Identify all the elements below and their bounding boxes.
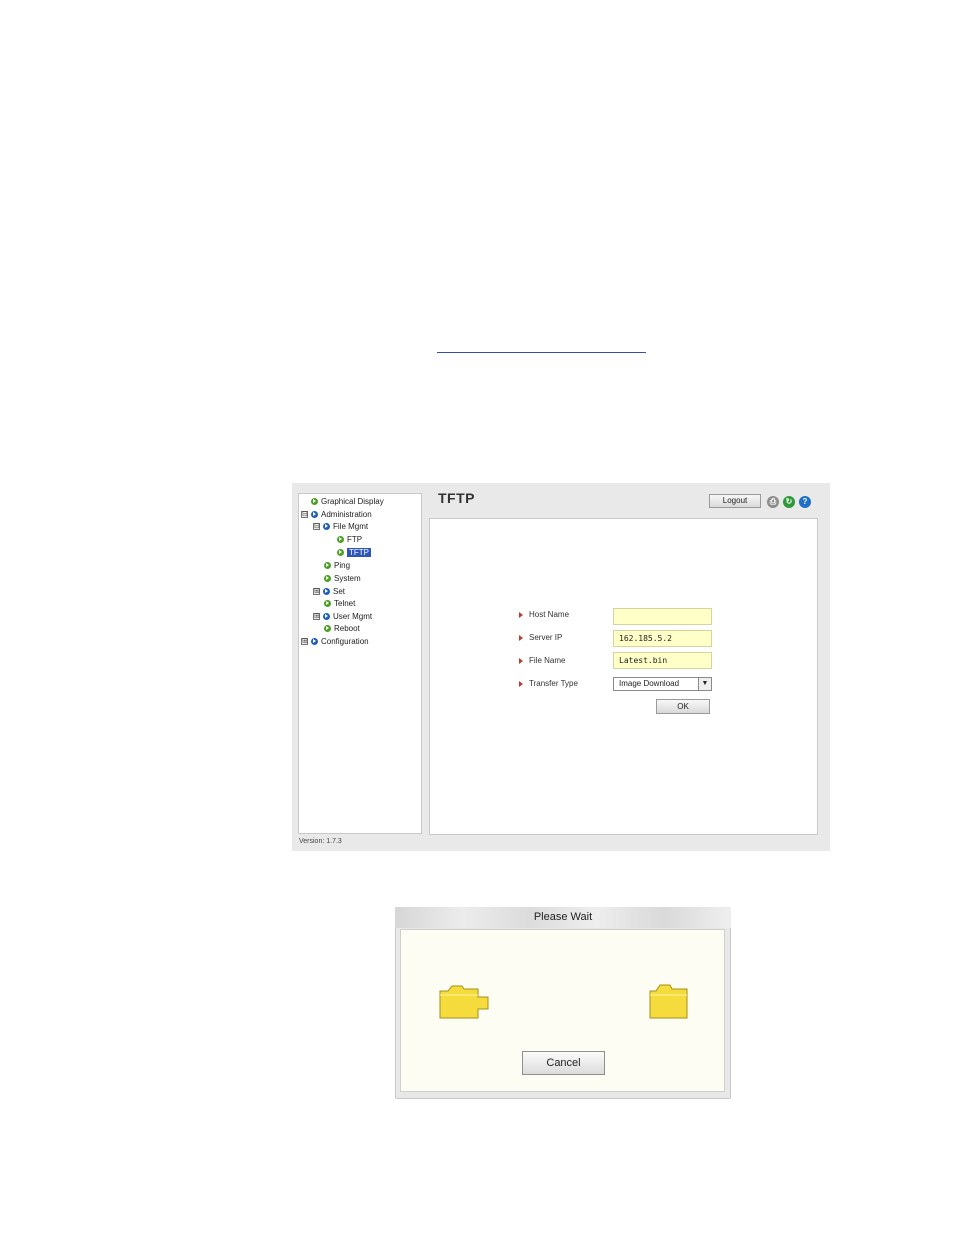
source-folder-icon bbox=[439, 985, 489, 1019]
tree-item-reboot[interactable]: Reboot bbox=[324, 622, 360, 634]
file-name-input[interactable]: Latest.bin bbox=[613, 652, 712, 669]
tree-item-label: Set bbox=[333, 586, 346, 596]
blue-bullet-icon bbox=[311, 637, 318, 645]
green-bullet-icon bbox=[311, 497, 318, 505]
host-name-input[interactable] bbox=[613, 608, 712, 625]
transfer-type-select[interactable]: Image Download ▼ bbox=[613, 677, 712, 691]
document-link-underline bbox=[437, 352, 646, 353]
transfer-type-label: Transfer Type bbox=[519, 679, 578, 688]
arrow-icon bbox=[519, 634, 523, 641]
tree-item-label: Ping bbox=[334, 560, 351, 570]
tree-item-user-mgmt[interactable]: ⊞ User Mgmt bbox=[313, 610, 372, 622]
tree-item-label: FTP bbox=[347, 534, 363, 544]
blue-bullet-icon bbox=[311, 510, 318, 518]
tree-item-label: Administration bbox=[321, 509, 372, 519]
destination-folder-icon bbox=[649, 984, 688, 1019]
tree-item-administration[interactable]: ⊟ Administration bbox=[301, 508, 372, 520]
server-ip-label: Server IP bbox=[519, 633, 562, 642]
tree-item-telnet[interactable]: Telnet bbox=[324, 597, 355, 609]
expand-icon[interactable]: ⊞ bbox=[301, 637, 308, 645]
arrow-icon bbox=[519, 680, 523, 687]
logout-button[interactable]: Logout bbox=[709, 494, 761, 508]
tree-item-set[interactable]: ⊞ Set bbox=[313, 585, 345, 597]
green-bullet-icon bbox=[324, 574, 331, 582]
blue-bullet-icon bbox=[323, 522, 330, 530]
help-icon[interactable]: ? bbox=[799, 496, 811, 508]
blue-bullet-icon bbox=[323, 612, 330, 620]
tree-item-label: System bbox=[334, 573, 361, 583]
tree-item-file-mgmt[interactable]: ⊟ File Mgmt bbox=[313, 520, 368, 532]
green-bullet-icon bbox=[337, 535, 344, 543]
arrow-icon bbox=[519, 657, 523, 664]
tree-item-label: Telnet bbox=[334, 598, 356, 608]
tree-item-ftp[interactable]: FTP bbox=[337, 533, 362, 545]
collapse-icon[interactable]: ⊟ bbox=[313, 522, 320, 530]
tree-item-tftp[interactable]: TFTP bbox=[337, 546, 371, 558]
green-bullet-icon bbox=[324, 599, 331, 607]
green-bullet-icon bbox=[337, 548, 344, 556]
tree-item-label: Configuration bbox=[321, 636, 369, 646]
tree-item-ping[interactable]: Ping bbox=[324, 559, 350, 571]
tree-item-label: Reboot bbox=[334, 623, 360, 633]
tree-item-label: File Mgmt bbox=[333, 521, 369, 531]
expand-icon[interactable]: ⊞ bbox=[313, 612, 320, 620]
tree-item-configuration[interactable]: ⊞ Configuration bbox=[301, 635, 369, 647]
host-name-label: Host Name bbox=[519, 610, 569, 619]
blue-bullet-icon bbox=[323, 587, 330, 595]
transfer-type-value: Image Download bbox=[619, 679, 680, 688]
page-title: TFTP bbox=[438, 490, 475, 506]
collapse-icon[interactable]: ⊟ bbox=[301, 510, 308, 518]
refresh-icon[interactable]: ↻ bbox=[783, 496, 795, 508]
ok-button[interactable]: OK bbox=[656, 699, 710, 714]
version-text: Version: 1.7.3 bbox=[299, 838, 342, 845]
green-bullet-icon bbox=[324, 561, 331, 569]
expand-icon[interactable]: ⊞ bbox=[313, 587, 320, 595]
cancel-button[interactable]: Cancel bbox=[522, 1051, 605, 1075]
chevron-down-icon[interactable]: ▼ bbox=[698, 678, 711, 690]
tree-item-label: Graphical Display bbox=[321, 496, 384, 506]
tree-item-system[interactable]: System bbox=[324, 572, 361, 584]
arrow-icon bbox=[519, 611, 523, 618]
tree-item-graphical-display[interactable]: Graphical Display bbox=[311, 495, 384, 507]
print-icon[interactable]: ⎙ bbox=[767, 496, 779, 508]
green-bullet-icon bbox=[324, 624, 331, 632]
tree-item-label-selected: TFTP bbox=[347, 547, 371, 557]
file-name-label: File Name bbox=[519, 656, 565, 665]
tree-item-label: User Mgmt bbox=[333, 611, 373, 621]
dialog-title: Please Wait bbox=[395, 907, 731, 928]
server-ip-input[interactable]: 162.185.5.2 bbox=[613, 630, 712, 647]
